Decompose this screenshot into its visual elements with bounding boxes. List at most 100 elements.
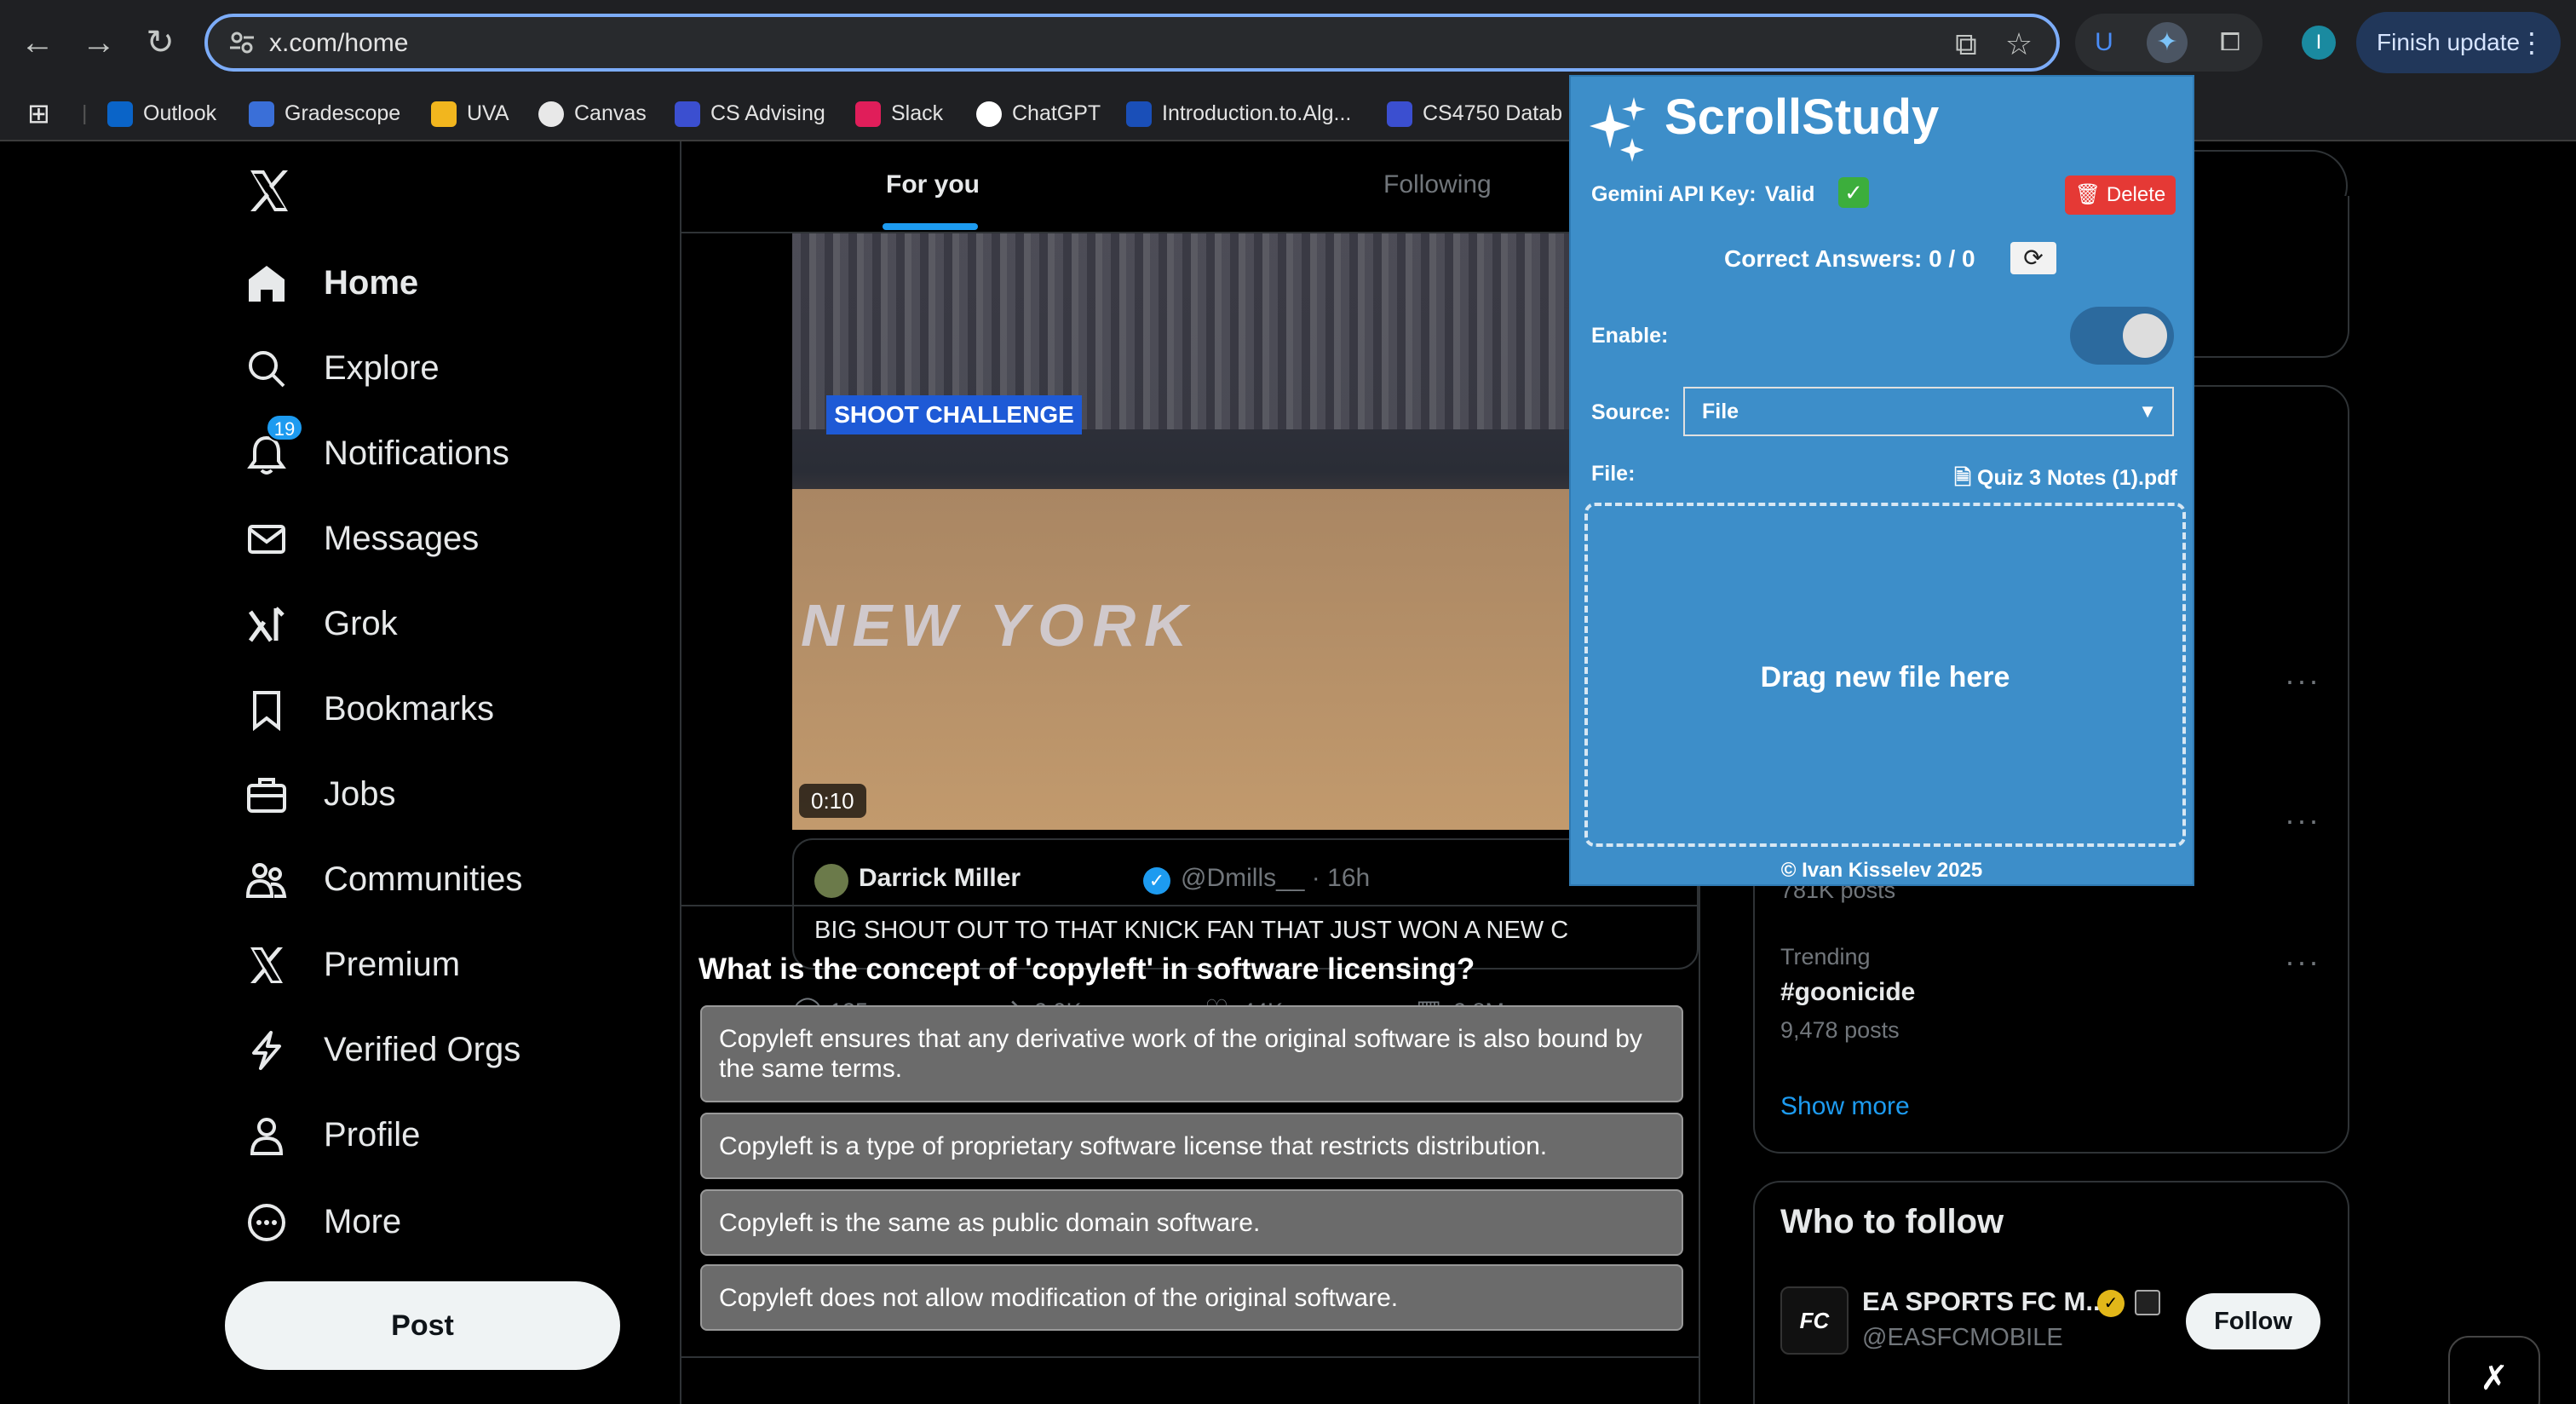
back-arrow-icon[interactable]: ←: [17, 22, 58, 63]
bookmark-outlook[interactable]: Outlook: [107, 97, 216, 129]
video-banner: SHOOT CHALLENGE: [826, 395, 1082, 434]
nav-label: Grok: [324, 605, 398, 642]
uva-icon: [538, 101, 564, 128]
quote-author-name[interactable]: Darrick Miller: [859, 864, 1021, 893]
avatar[interactable]: FC: [1780, 1286, 1849, 1355]
tab-following[interactable]: Following: [1383, 170, 1492, 199]
briefcase-icon: [247, 778, 286, 813]
bookmark-cs-advising[interactable]: CS Advising: [675, 97, 825, 129]
selected-file: 🗎 Quiz 3 Notes (1).pdf: [1954, 462, 2177, 498]
main-feed: SHOOT CHALLENGE NEW YORK 0:10 For you Fo…: [680, 141, 1700, 1404]
bookmark-page-icon: [1126, 101, 1152, 128]
toggle-knob: [2123, 314, 2167, 358]
avatar[interactable]: [814, 864, 848, 898]
bookmark-algorithms[interactable]: Introduction.to.Alg...: [1126, 97, 1351, 129]
gold-verified-icon: ✓: [2097, 1290, 2125, 1317]
bookmark-label: ChatGPT: [1012, 101, 1101, 125]
kebab-menu-icon[interactable]: ⋮: [2518, 12, 2545, 73]
bookmark-label: Outlook: [143, 101, 217, 125]
forward-arrow-icon[interactable]: →: [78, 22, 119, 63]
trend-title[interactable]: #goonicide: [1780, 978, 1915, 1007]
nav-label: Bookmarks: [324, 690, 495, 728]
source-select[interactable]: File ▼: [1683, 387, 2174, 436]
finish-update-button[interactable]: Finish update ⋮: [2356, 12, 2561, 73]
nav-label: Messages: [324, 520, 480, 557]
tab-for-you[interactable]: For you: [886, 170, 980, 199]
more-circle-icon: [248, 1204, 285, 1241]
chevron-down-icon: ▼: [2138, 400, 2157, 422]
puzzle-icon[interactable]: ⧠: [2210, 22, 2251, 63]
follow-button[interactable]: Follow: [2186, 1293, 2320, 1349]
browser-toolbar: ← → ↻ x.com/home ⧉ ☆ U ✦ ⧠ I Finish upda…: [0, 0, 2576, 85]
quiz-option[interactable]: Copyleft does not allow modification of …: [700, 1264, 1683, 1331]
lightning-icon: [252, 1031, 281, 1070]
bookmark-canvas[interactable]: Canvas: [538, 97, 647, 129]
apps-grid-icon[interactable]: ⊞: [27, 97, 50, 129]
post-button[interactable]: Post: [225, 1281, 620, 1370]
tweet-divider: [681, 905, 1699, 906]
bookmark-label: CS Advising: [710, 101, 825, 125]
verified-badge-icon: ✓: [1143, 867, 1170, 895]
quiz-option[interactable]: Copyleft ensures that any derivative wor…: [700, 1005, 1683, 1102]
search-icon: [249, 351, 285, 388]
bookmark-gradescope[interactable]: Gradescope: [249, 97, 400, 129]
bookmark-label: UVA: [467, 101, 509, 125]
video-timestamp: 0:10: [799, 784, 866, 818]
affiliate-badge-icon: [2135, 1290, 2160, 1315]
file-drop-zone[interactable]: Drag new file here: [1584, 503, 2186, 847]
x-logo-icon[interactable]: [245, 167, 293, 215]
quoted-tweet[interactable]: Darrick Miller ✓ @Dmills__ · 16h BIG SHO…: [792, 838, 1699, 970]
bookmark-uva[interactable]: UVA: [431, 97, 509, 129]
more-options-icon[interactable]: ···: [2285, 663, 2320, 699]
nav-label: Jobs: [324, 775, 396, 813]
nav-label: Notifications: [324, 434, 509, 472]
address-bar[interactable]: x.com/home ⧉ ☆: [204, 14, 2060, 72]
grok-icon: [248, 607, 285, 642]
profile-avatar[interactable]: I: [2302, 26, 2336, 60]
bookmark-chatgpt[interactable]: ChatGPT: [976, 97, 1101, 129]
bookmark-label: CS4750 Datab: [1423, 101, 1563, 125]
bookmark-cs4750[interactable]: CS4750 Datab: [1387, 97, 1562, 129]
install-app-icon[interactable]: ⧉: [1949, 27, 1983, 61]
source-label: Source:: [1591, 400, 1671, 424]
bookmark-separator: |: [82, 101, 88, 125]
grok-floating-icon[interactable]: ✗: [2448, 1336, 2540, 1404]
refresh-icon[interactable]: ⟳: [2010, 242, 2056, 274]
reload-icon[interactable]: ↻: [140, 22, 181, 63]
tweet-video[interactable]: SHOOT CHALLENGE NEW YORK 0:10: [792, 233, 1699, 830]
extension-u-icon[interactable]: U: [2084, 22, 2125, 63]
enable-label: Enable:: [1591, 324, 1669, 348]
nav-label: Explore: [324, 349, 440, 387]
quiz-option[interactable]: Copyleft is a type of proprietary softwa…: [700, 1113, 1683, 1179]
bookmark-label: Canvas: [574, 101, 647, 125]
star-icon[interactable]: ☆: [2002, 27, 2036, 61]
nav-label: Communities: [324, 860, 523, 898]
file-icon: 🗎: [1954, 466, 1978, 490]
scrollstudy-extension-icon[interactable]: ✦: [2147, 22, 2188, 63]
nav-label: Verified Orgs: [324, 1031, 521, 1068]
api-key-status: Valid: [1765, 182, 1815, 206]
delete-label: Delete: [2106, 183, 2166, 206]
more-options-icon[interactable]: ···: [2285, 803, 2320, 838]
bookmark-slack[interactable]: Slack: [855, 97, 943, 129]
sparkle-icon: [1590, 97, 1646, 162]
api-key-label: Gemini API Key:: [1591, 182, 1757, 206]
quiz-question: What is the concept of 'copyleft' in sof…: [699, 952, 1475, 986]
x-icon: [250, 947, 283, 983]
enable-toggle[interactable]: [2070, 307, 2174, 365]
bookmark-icon: [253, 691, 280, 731]
suggestion-name[interactable]: EA SPORTS FC M...: [1862, 1286, 2107, 1317]
video-court-text: NEW YORK: [801, 592, 1196, 659]
quote-text: BIG SHOUT OUT TO THAT KNICK FAN THAT JUS…: [814, 917, 1569, 944]
show-more-link[interactable]: Show more: [1780, 1092, 1910, 1121]
gradescope-icon: [249, 101, 274, 128]
cs-advising-icon: [675, 101, 700, 128]
bookmark-label: Slack: [891, 101, 944, 125]
url-text[interactable]: x.com/home: [269, 29, 408, 58]
trend-post-count: 9,478 posts: [1780, 1017, 1900, 1043]
site-settings-icon[interactable]: [228, 29, 256, 56]
nav-label: Profile: [324, 1116, 421, 1154]
delete-api-key-button[interactable]: 🗑 Delete: [2065, 176, 2176, 215]
more-options-icon[interactable]: ···: [2285, 944, 2320, 980]
quiz-option[interactable]: Copyleft is the same as public domain so…: [700, 1189, 1683, 1256]
